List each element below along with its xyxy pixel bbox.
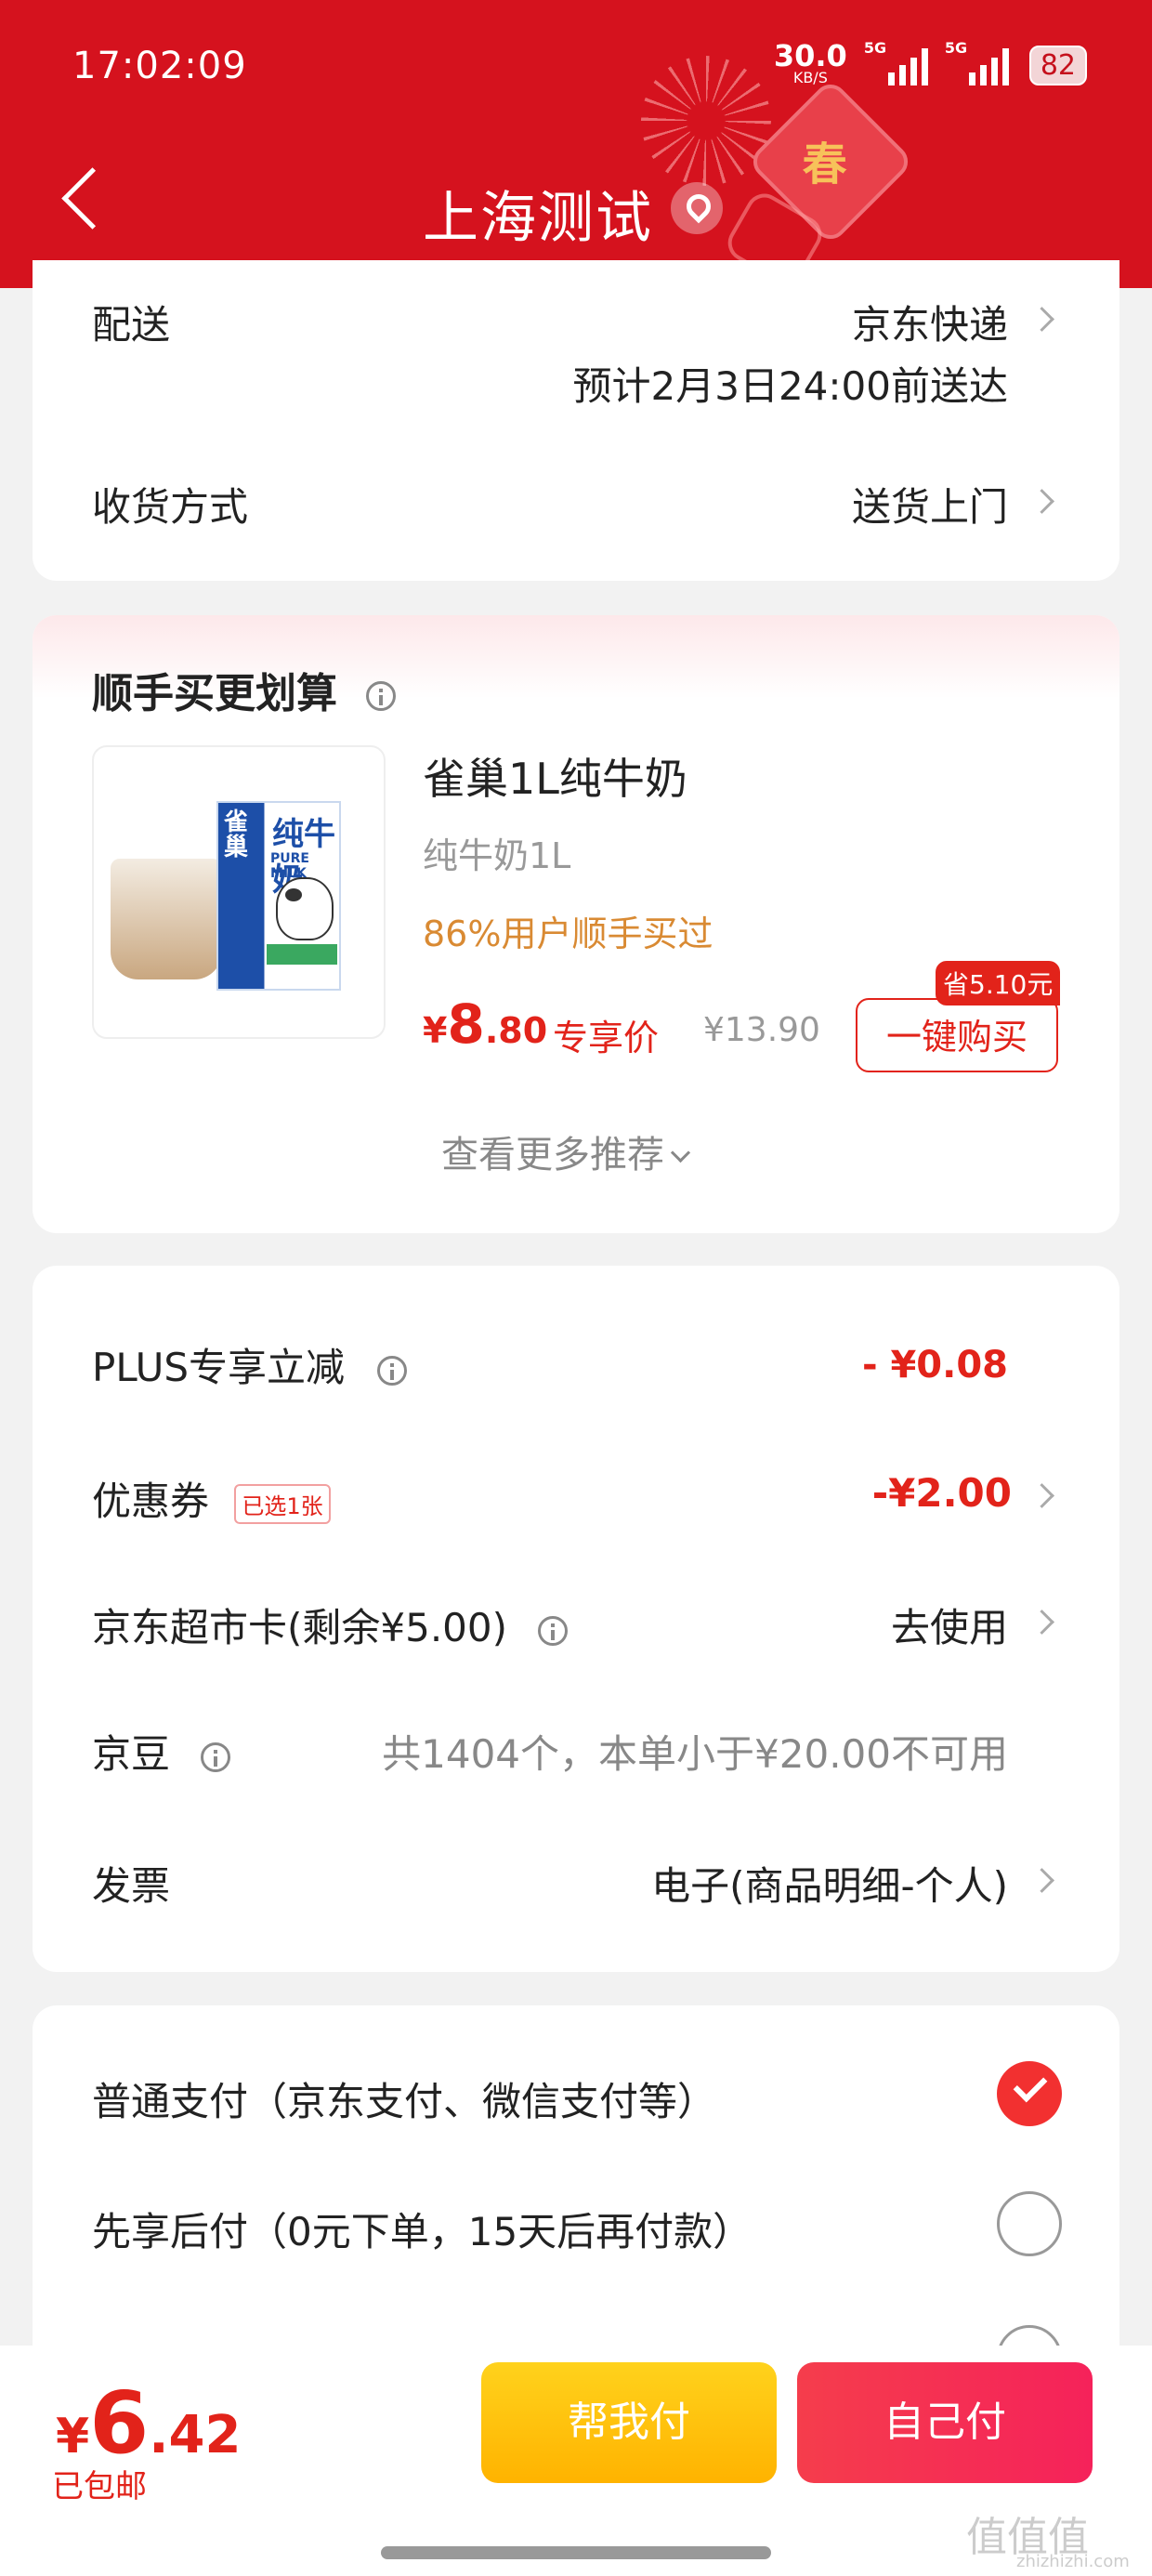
chevron-right-icon[interactable] (1029, 1868, 1054, 1893)
delivery-estimate: 预计2月3日24:00前送达 (572, 363, 1008, 409)
info-icon[interactable] (538, 1615, 569, 1646)
more-recommend-text: 查看更多推荐 (441, 1134, 664, 1176)
page-title: 上海测试 (423, 186, 653, 251)
net-type-2: 5G (944, 39, 968, 57)
bought-rate: 86%用户顺手买过 (423, 913, 713, 954)
info-icon[interactable] (377, 1355, 408, 1386)
supermarket-card-label: 京东超市卡(剩余¥5.00) (92, 1605, 508, 1650)
plus-label: PLUS专享立减 (92, 1345, 346, 1390)
price-tag: 专享价 (553, 1018, 660, 1058)
bottom-checkout-bar: ¥6.42 已包邮 帮我付 自己付 值值值 zhizhizhi.com (0, 2346, 1152, 2576)
net-type-1: 5G (863, 39, 887, 57)
total-int: 6 (89, 2373, 150, 2473)
addon-recommend-card: 顺手买更划算 雀巢 纯牛奶 PURE MILK 雀巢1L纯牛奶 纯牛奶1L 86… (33, 615, 1119, 1233)
price-int: 8 (447, 992, 485, 1056)
milk-mug-graphic (111, 859, 222, 979)
plus-discount-value: - ¥0.08 (861, 1344, 1008, 1387)
chevron-right-icon[interactable] (1029, 489, 1054, 514)
jd-bean-row: 京豆 (92, 1723, 231, 1780)
firework-decoration (641, 56, 771, 186)
network-speed: 30.0 KB/S (774, 41, 847, 85)
payment-option-normal[interactable]: 普通支付（京东支付、微信支付等） (92, 2070, 716, 2127)
product-price: ¥8.80 (423, 992, 547, 1056)
help-pay-button[interactable]: 帮我付 (481, 2362, 777, 2483)
delivery-value[interactable]: 京东快递 (852, 294, 1008, 350)
save-badge: 省5.10元 (936, 961, 1061, 1005)
supermarket-card-value[interactable]: 去使用 (891, 1597, 1008, 1653)
more-recommend-link[interactable]: 查看更多推荐 (441, 1124, 691, 1178)
delivery-label: 配送 (92, 302, 171, 348)
signal-icon: 5G (864, 39, 928, 85)
receive-method-value[interactable]: 送货上门 (852, 476, 1008, 532)
payment-method-card: 普通支付（京东支付、微信支付等） 先享后付（0元下单，15天后再付款） (33, 2005, 1119, 2377)
chevron-right-icon[interactable] (1029, 1483, 1054, 1508)
supermarket-card-row: 京东超市卡(剩余¥5.00) (92, 1597, 569, 1653)
chevron-right-icon[interactable] (1029, 307, 1054, 332)
top-nav-bar: 春 17:02:09 30.0 KB/S 5G 5G 82 上海测试 (0, 0, 1152, 288)
product-spec: 纯牛奶1L (423, 835, 571, 876)
status-icons: 30.0 KB/S 5G 5G 82 (774, 39, 1087, 85)
quick-buy-button[interactable]: 一键购买 (856, 998, 1058, 1072)
addon-heading-text: 顺手买更划算 (92, 670, 337, 717)
delivery-card: 配送 京东快递 预计2月3日24:00前送达 收货方式 送货上门 (33, 260, 1119, 581)
total-price: ¥6.42 (56, 2373, 241, 2473)
plus-discount-row: PLUS专享立减 (92, 1336, 408, 1393)
lantern-char: 春 (802, 138, 847, 191)
back-arrow-icon[interactable] (61, 167, 124, 230)
total-currency: ¥ (56, 2409, 90, 2464)
jd-bean-label: 京豆 (92, 1731, 171, 1777)
status-time: 17:02:09 (72, 45, 247, 87)
product-name[interactable]: 雀巢1L纯牛奶 (423, 745, 687, 807)
speed-value: 30.0 (773, 38, 847, 73)
milk-box-graphic: 雀巢 纯牛奶 PURE MILK (216, 801, 341, 991)
chevron-right-icon[interactable] (1029, 1610, 1054, 1635)
box-strip (267, 944, 337, 965)
info-icon[interactable] (201, 1741, 231, 1772)
cow-graphic (276, 877, 334, 940)
product-image[interactable]: 雀巢 纯牛奶 PURE MILK (92, 745, 386, 1039)
signal-icon-2: 5G (945, 39, 1009, 85)
invoice-label: 发票 (92, 1863, 171, 1909)
cost-details-card: PLUS专享立减 - ¥0.08 优惠券 已选1张 -¥2.00 京东超市卡(剩… (33, 1266, 1119, 1972)
coupon-selected-badge: 已选1张 (234, 1484, 331, 1524)
coupon-value[interactable]: -¥2.00 (872, 1470, 1012, 1516)
jd-bean-value: 共1404个，本单小于¥20.00不可用 (382, 1731, 1008, 1777)
price-dec: .80 (484, 1010, 548, 1051)
home-indicator[interactable] (381, 2546, 771, 2559)
chevron-down-icon (670, 1142, 691, 1163)
watermark-url: zhizhizhi.com (1016, 2552, 1130, 2571)
info-icon[interactable] (366, 681, 397, 711)
price-currency: ¥ (423, 1010, 448, 1051)
coupon-row[interactable]: 优惠券 已选1张 (92, 1470, 331, 1527)
payment-option-later[interactable]: 先享后付（0元下单，15天后再付款） (92, 2201, 752, 2257)
original-price: ¥13.90 (703, 1011, 820, 1049)
addon-heading: 顺手买更划算 (92, 660, 397, 719)
receive-method-label: 收货方式 (92, 484, 249, 530)
box-brand: 雀巢 (224, 808, 249, 862)
free-shipping-label: 已包邮 (52, 2468, 147, 2505)
radio-checked-icon[interactable] (997, 2061, 1062, 2126)
self-pay-button[interactable]: 自己付 (797, 2362, 1093, 2483)
battery-icon: 82 (1028, 46, 1087, 85)
invoice-value[interactable]: 电子(商品明细-个人) (651, 1855, 1008, 1912)
radio-unchecked-icon[interactable] (997, 2191, 1062, 2256)
coupon-label: 优惠券 (92, 1479, 210, 1524)
location-pin-icon[interactable] (671, 182, 723, 234)
total-dec: .42 (149, 2405, 242, 2465)
